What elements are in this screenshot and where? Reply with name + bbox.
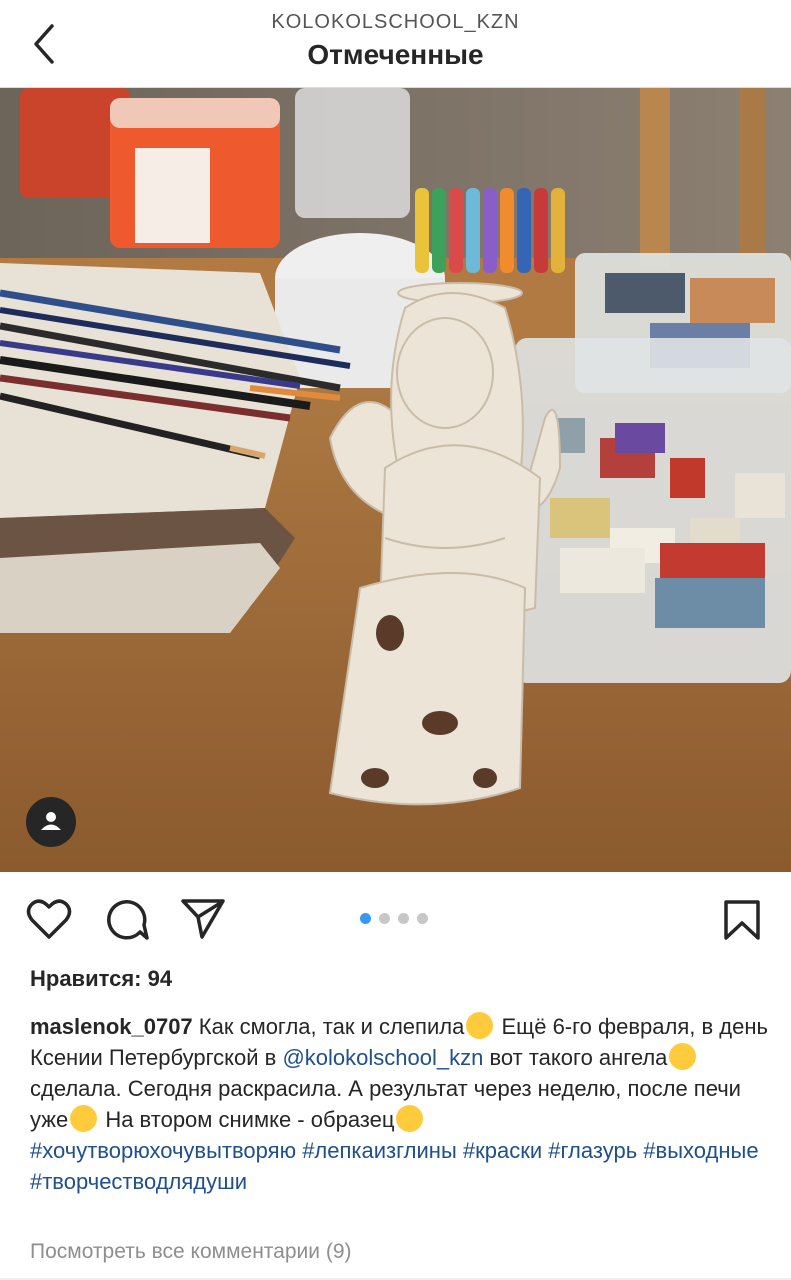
tagged-user-button[interactable]	[26, 797, 76, 847]
caption-text-3: вот такого ангела	[483, 1045, 668, 1070]
hashtag[interactable]: #лепкаизглины	[302, 1138, 457, 1163]
hashtag[interactable]: #творчестводлядуши	[30, 1169, 247, 1194]
grinning-emoji-icon	[466, 1012, 494, 1039]
header-username[interactable]: KOLOKOLSCHOOL_KZN	[0, 11, 791, 34]
user-icon	[41, 812, 61, 830]
bookmark-icon	[724, 900, 760, 940]
hashtag[interactable]: #глазурь	[548, 1138, 637, 1163]
header-bar: KOLOKOLSCHOOL_KZN Отмеченные	[0, 0, 791, 88]
heart-icon	[26, 899, 72, 939]
winking-emoji-icon	[396, 1105, 424, 1132]
comment-button[interactable]	[104, 897, 150, 948]
post-actions	[0, 872, 791, 967]
post-photo[interactable]	[0, 88, 791, 872]
carousel-dot-1	[360, 913, 371, 924]
share-button[interactable]	[180, 897, 226, 946]
caption-username[interactable]: maslenok_0707	[30, 1014, 193, 1039]
save-button[interactable]	[722, 899, 762, 946]
comment-icon	[107, 900, 149, 940]
page-title: Отмеченные	[307, 39, 484, 70]
view-comments-link[interactable]: Посмотреть все комментарии (9)	[30, 1240, 352, 1264]
smiling-emoji-icon	[70, 1105, 98, 1132]
carousel-indicator	[360, 913, 435, 925]
carousel-dot-4	[417, 913, 428, 924]
paper-plane-icon	[181, 899, 225, 939]
post-caption: maslenok_0707 Как смогла, так и слепила …	[30, 1011, 770, 1197]
caption-text-1: Как смогла, так и слепила	[192, 1014, 465, 1039]
like-button[interactable]	[26, 897, 72, 946]
carousel-dot-2	[379, 913, 390, 924]
angel-emoji-icon	[669, 1043, 697, 1070]
carousel-dot-3	[398, 913, 409, 924]
hashtag[interactable]: #выходные	[643, 1138, 758, 1163]
hashtag[interactable]: #хочутворюхочувытворяю	[30, 1138, 296, 1163]
caption-text-5: На втором снимке - образец	[99, 1107, 395, 1132]
likes-count[interactable]: Нравится: 94	[30, 966, 172, 992]
hashtag[interactable]: #краски	[463, 1138, 542, 1163]
caption-mention[interactable]: @kolokolschool_kzn	[282, 1045, 483, 1070]
